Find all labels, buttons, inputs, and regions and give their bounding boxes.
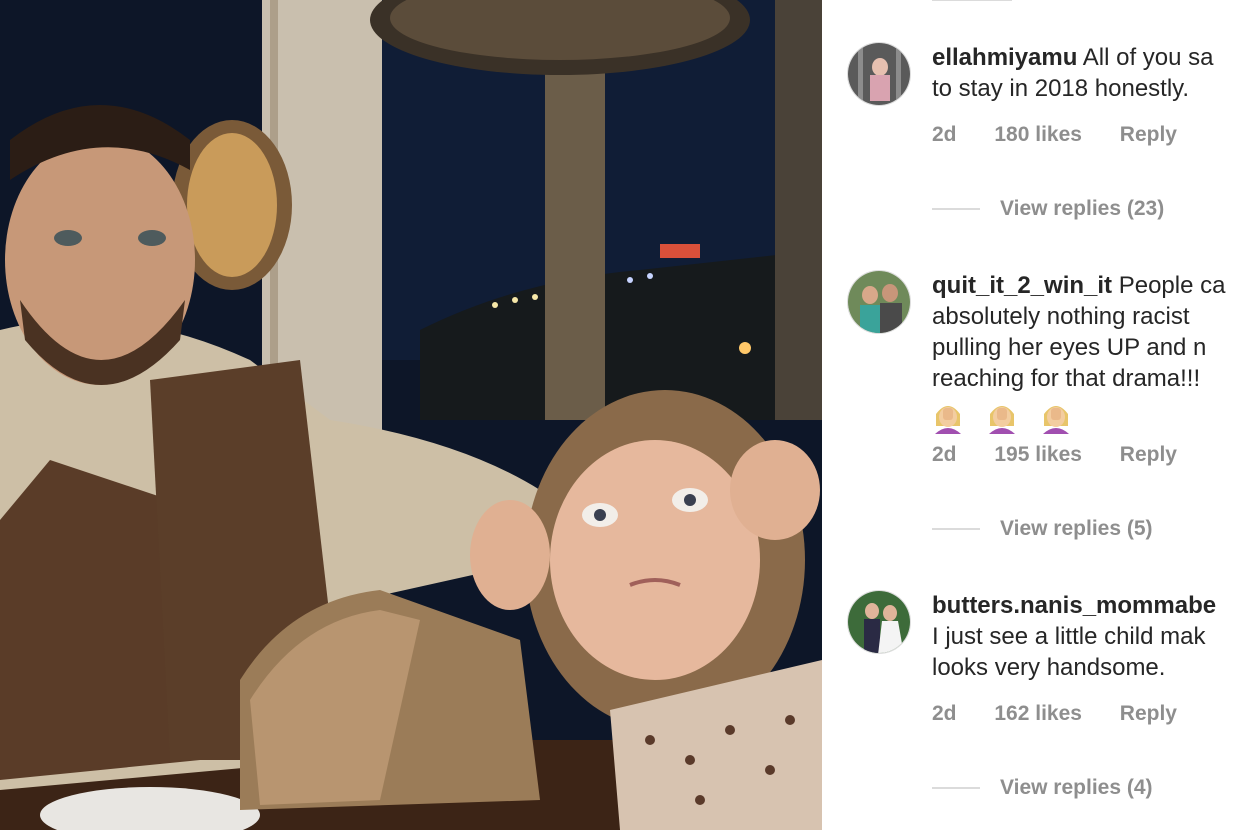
comment-text: ellahmiyamu All of you sa to stay in 201… bbox=[932, 42, 1250, 104]
comment-line: absolutely nothing racist bbox=[932, 303, 1190, 330]
timestamp: 2d bbox=[932, 443, 957, 466]
comment-line: pulling her eyes UP and n bbox=[932, 334, 1207, 361]
reply-button[interactable]: Reply bbox=[1120, 702, 1177, 725]
username[interactable]: butters.nanis_mommabe bbox=[932, 592, 1216, 619]
replies-divider bbox=[932, 208, 980, 211]
facepalm-emoji-icon bbox=[935, 406, 961, 434]
comment-line: reaching for that drama!!! bbox=[932, 365, 1201, 392]
avatar[interactable] bbox=[847, 42, 911, 106]
facepalm-emoji-icon bbox=[1043, 406, 1069, 434]
view-replies-label: View replies (4) bbox=[1000, 776, 1153, 799]
comment-line: to stay in 2018 honestly. bbox=[932, 75, 1190, 102]
comment-line: looks very handsome. bbox=[932, 654, 1166, 681]
facepalm-emoji-icon bbox=[989, 406, 1015, 434]
comment-meta: 2d 195 likes Reply bbox=[932, 443, 1209, 467]
replies-divider bbox=[932, 787, 980, 790]
top-divider bbox=[932, 0, 1012, 1]
avatar-image bbox=[848, 591, 910, 653]
reply-button[interactable]: Reply bbox=[1120, 443, 1177, 466]
avatar[interactable] bbox=[847, 270, 911, 334]
timestamp: 2d bbox=[932, 123, 957, 146]
photo bbox=[0, 0, 822, 830]
likes-count[interactable]: 180 likes bbox=[994, 123, 1082, 146]
likes-count[interactable]: 162 likes bbox=[994, 702, 1082, 725]
comment-meta: 2d 180 likes Reply bbox=[932, 123, 1209, 147]
comment-meta: 2d 162 likes Reply bbox=[932, 702, 1209, 726]
comments-panel: ellahmiyamu All of you sa to stay in 201… bbox=[822, 0, 1250, 830]
view-replies-label: View replies (5) bbox=[1000, 517, 1153, 540]
replies-divider bbox=[932, 528, 980, 531]
view-replies-label: View replies (23) bbox=[1000, 197, 1165, 220]
reply-button[interactable]: Reply bbox=[1120, 123, 1177, 146]
view-replies-button[interactable]: View replies (5) bbox=[932, 517, 1153, 541]
username[interactable]: quit_it_2_win_it bbox=[932, 272, 1112, 299]
comment-text: quit_it_2_win_it People ca absolutely no… bbox=[932, 270, 1250, 434]
comment-line: People ca bbox=[1118, 272, 1226, 299]
photo-scene bbox=[0, 0, 822, 830]
comment-line: I just see a little child mak bbox=[932, 623, 1206, 650]
timestamp: 2d bbox=[932, 702, 957, 725]
username[interactable]: ellahmiyamu bbox=[932, 44, 1077, 71]
view-replies-button[interactable]: View replies (4) bbox=[932, 776, 1153, 800]
comment-text: butters.nanis_mommabe I just see a littl… bbox=[932, 590, 1250, 683]
avatar-image bbox=[848, 271, 910, 333]
likes-count[interactable]: 195 likes bbox=[994, 443, 1082, 466]
comment-line: All of you sa bbox=[1082, 44, 1214, 71]
emoji-row bbox=[932, 400, 1250, 434]
avatar[interactable] bbox=[847, 590, 911, 654]
avatar-image bbox=[848, 43, 910, 105]
view-replies-button[interactable]: View replies (23) bbox=[932, 197, 1164, 221]
